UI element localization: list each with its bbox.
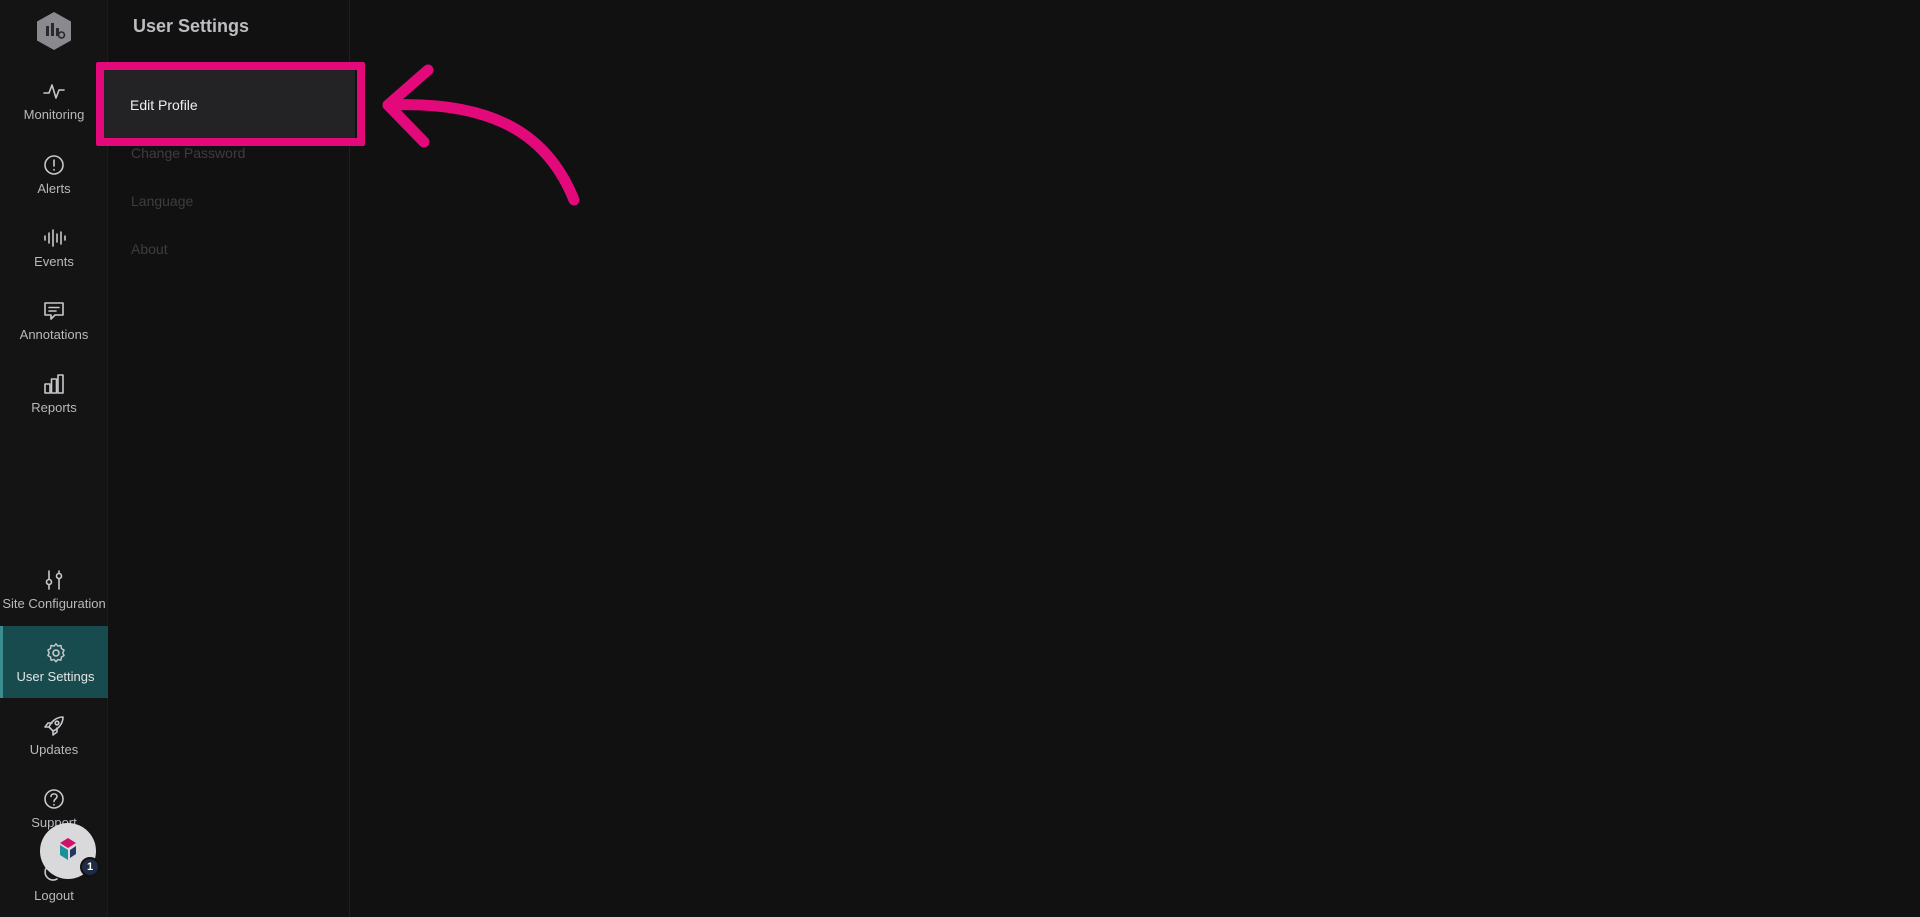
bar-chart-icon (42, 372, 66, 396)
nav-site-configuration[interactable]: Site Configuration (0, 552, 108, 626)
comment-icon (42, 299, 66, 323)
settings-item-edit-profile-label: Edit Profile (130, 96, 198, 113)
alert-circle-icon (42, 153, 66, 177)
nav-annotations[interactable]: Annotations (0, 284, 108, 356)
nav-user-settings-label: User Settings (16, 668, 95, 684)
rocket-icon (42, 714, 66, 738)
gear-icon (44, 641, 68, 665)
nav-alerts-label: Alerts (37, 180, 71, 196)
nav-logout-label: Logout (34, 887, 74, 903)
pointer-arrow-icon (382, 64, 580, 206)
settings-item-edit-profile[interactable]: Edit Profile (102, 70, 355, 139)
nav-annotations-label: Annotations (19, 326, 89, 342)
nav-updates[interactable]: Updates (0, 699, 108, 771)
app-logo-icon[interactable] (33, 10, 75, 52)
settings-item-language[interactable]: Language (131, 193, 193, 209)
waveform-icon (42, 226, 66, 250)
settings-item-about[interactable]: About (131, 241, 168, 257)
nav-user-settings[interactable]: User Settings (0, 626, 108, 698)
nav-rail: Monitoring Alerts Events Annotations Rep… (0, 0, 108, 917)
nav-reports[interactable]: Reports (0, 357, 108, 429)
nav-monitoring-label: Monitoring (23, 106, 85, 122)
nav-events[interactable]: Events (0, 211, 108, 283)
notification-badge: 1 (80, 857, 100, 877)
nav-reports-label: Reports (31, 399, 77, 415)
page-title: User Settings (133, 16, 250, 36)
nav-site-configuration-label: Site Configuration (2, 595, 106, 611)
nav-monitoring[interactable]: Monitoring (0, 64, 108, 136)
nav-alerts[interactable]: Alerts (0, 138, 108, 210)
sliders-icon (42, 568, 66, 592)
nav-events-label: Events (34, 253, 74, 269)
pulse-icon (42, 79, 66, 103)
nav-updates-label: Updates (29, 741, 79, 757)
settings-item-change-password[interactable]: Change Password (131, 145, 245, 161)
help-circle-icon (42, 787, 66, 811)
widget-logo-icon (60, 838, 76, 860)
